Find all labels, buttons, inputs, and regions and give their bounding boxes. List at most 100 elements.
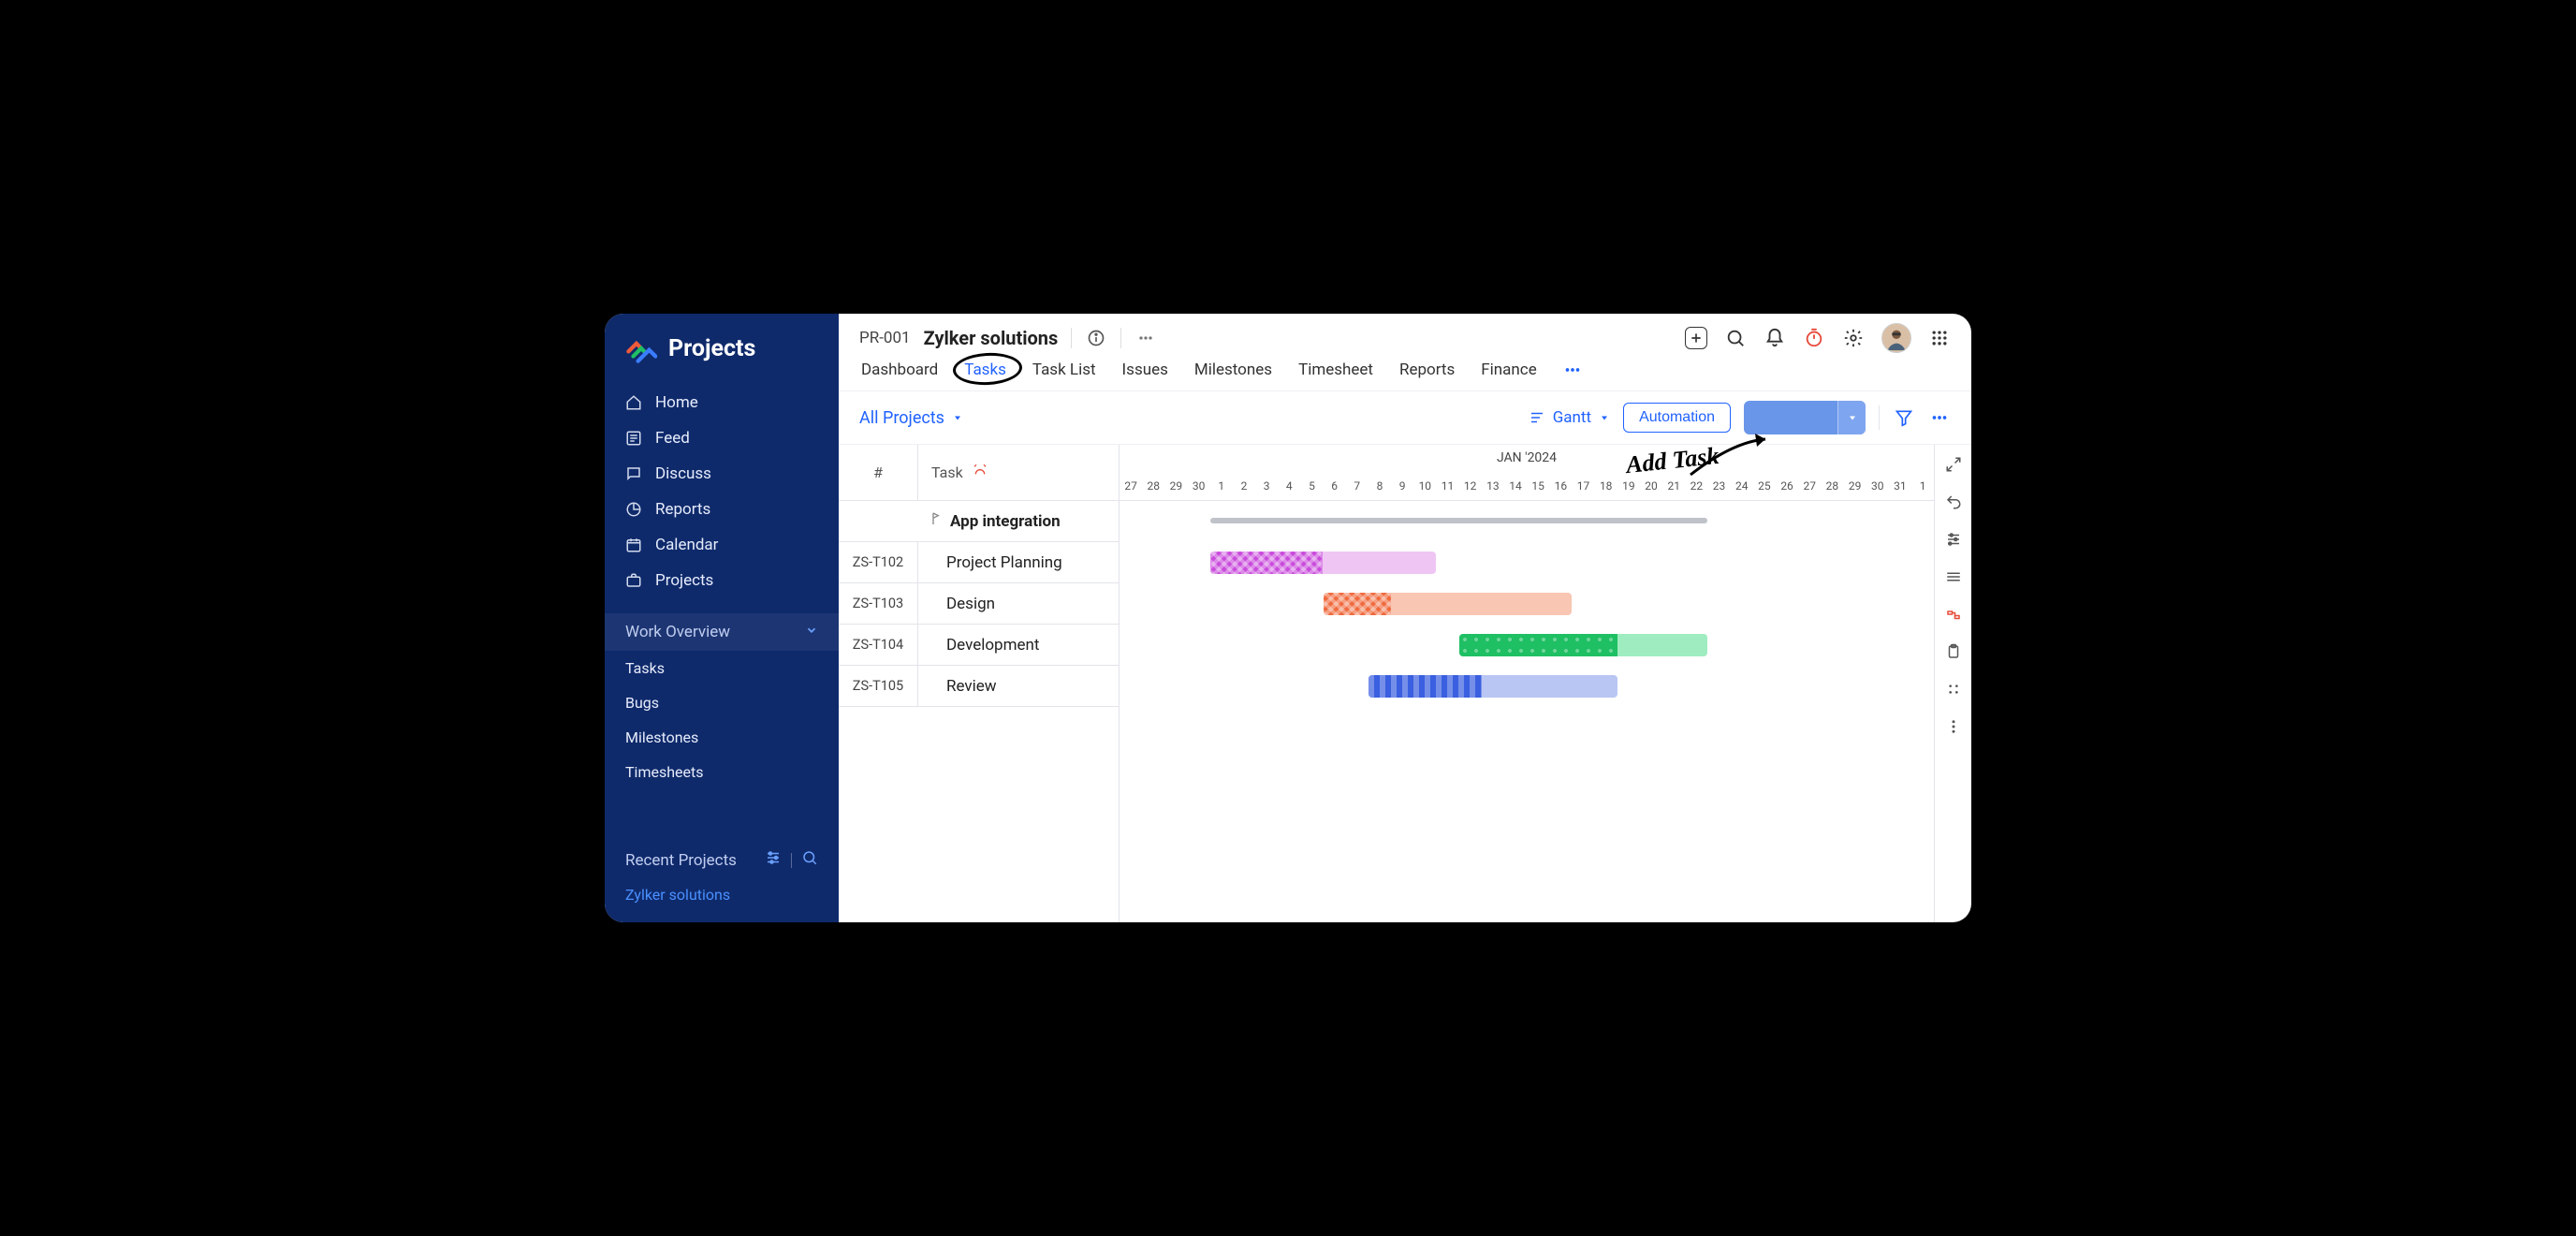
search-icon[interactable] (1724, 327, 1747, 349)
tab-task-list[interactable]: Task List (1031, 359, 1098, 381)
task-row[interactable]: ZS-T105Review (839, 666, 1119, 707)
view-dropdown[interactable]: Gantt (1529, 408, 1610, 427)
task-columns: # Task App integration (839, 445, 1120, 922)
more-vertical-icon[interactable] (1943, 716, 1964, 737)
avatar[interactable] (1881, 323, 1911, 353)
tab-finance[interactable]: Finance (1479, 359, 1538, 381)
sub-bugs[interactable]: Bugs (605, 685, 839, 720)
task-row[interactable]: ZS-T104Development (839, 625, 1119, 666)
nav-feed[interactable]: Feed (605, 420, 839, 456)
briefcase-icon (625, 572, 642, 589)
automation-button[interactable]: Automation (1623, 403, 1731, 433)
day-cell: 17 (1572, 471, 1594, 500)
topbar: PR-001 Zylker solutions (839, 314, 1971, 353)
tab-milestones[interactable]: Milestones (1193, 359, 1274, 381)
day-cell: 4 (1278, 471, 1300, 500)
tab-tasks[interactable]: Tasks (962, 359, 1008, 381)
recent-project-link[interactable]: Zylker solutions (605, 880, 839, 922)
topbar-actions (1685, 323, 1951, 353)
more-tabs-icon[interactable] (1561, 359, 1584, 381)
gantt-row (1120, 542, 1934, 583)
timeline-header: JAN '2024 272829301234567891011121314151… (1120, 445, 1934, 501)
day-cell: 19 (1617, 471, 1640, 500)
sub-timesheets[interactable]: Timesheets (605, 755, 839, 789)
sub-milestones[interactable]: Milestones (605, 720, 839, 755)
id-column-header: # (839, 445, 918, 500)
day-cell: 31 (1889, 471, 1911, 500)
gantt-body (1120, 501, 1934, 707)
task-row[interactable]: ZS-T103Design (839, 583, 1119, 625)
day-cell: 16 (1549, 471, 1572, 500)
apps-grid-icon[interactable] (1928, 327, 1951, 349)
undo-icon[interactable] (1943, 492, 1964, 512)
sliders-icon[interactable] (765, 849, 782, 871)
search-icon[interactable] (801, 849, 818, 871)
day-cell: 3 (1255, 471, 1278, 500)
day-cell: 6 (1324, 471, 1346, 500)
recent-label: Recent Projects (625, 851, 737, 870)
milestone-icon (926, 511, 941, 531)
scope-dropdown[interactable]: All Projects (859, 408, 963, 428)
calendar-icon (625, 537, 642, 553)
nav-calendar[interactable]: Calendar (605, 527, 839, 563)
add-icon[interactable] (1685, 327, 1707, 349)
dropdown-caret-icon[interactable] (1837, 401, 1866, 434)
info-icon[interactable] (1085, 327, 1107, 349)
chart-icon (625, 501, 642, 518)
task-bar[interactable] (1368, 675, 1617, 698)
progress-fill (1210, 552, 1324, 574)
task-id: ZS-T104 (839, 625, 918, 665)
tab-issues[interactable]: Issues (1120, 359, 1170, 381)
day-cell: 27 (1120, 471, 1142, 500)
view-label: Gantt (1553, 408, 1591, 427)
brand-logo-icon (625, 332, 657, 364)
clipboard-icon[interactable] (1943, 641, 1964, 662)
nav-reports[interactable]: Reports (605, 492, 839, 527)
day-cell: 28 (1821, 471, 1843, 500)
section-label: Work Overview (625, 623, 730, 641)
tab-timesheet[interactable]: Timesheet (1296, 359, 1375, 381)
recent-projects-header: Recent Projects (605, 836, 839, 880)
task-row[interactable]: ZS-T102Project Planning (839, 542, 1119, 583)
toolbar: All Projects Gantt Automation (839, 390, 1971, 445)
add-task-button[interactable] (1744, 401, 1866, 434)
divider (791, 853, 792, 868)
nav-discuss[interactable]: Discuss (605, 456, 839, 492)
grid-icon[interactable] (1943, 679, 1964, 699)
day-cell: 15 (1527, 471, 1549, 500)
tab-reports[interactable]: Reports (1398, 359, 1456, 381)
annotation-circle (952, 351, 1023, 387)
task-id: ZS-T102 (839, 542, 918, 582)
month-label: JAN '2024 (1120, 445, 1934, 471)
divider (1120, 328, 1121, 348)
task-group-row[interactable]: App integration (839, 501, 1119, 542)
task-id: ZS-T103 (839, 583, 918, 624)
timer-icon[interactable] (1803, 327, 1825, 349)
section-work-overview[interactable]: Work Overview (605, 613, 839, 651)
tab-dashboard[interactable]: Dashboard (859, 359, 940, 381)
nav-home[interactable]: Home (605, 385, 839, 420)
critical-path-icon[interactable] (1943, 604, 1964, 625)
brand-name: Projects (668, 335, 755, 362)
column-header: # Task (839, 445, 1119, 501)
bars-icon[interactable] (1943, 566, 1964, 587)
nav-label: Discuss (655, 464, 711, 483)
bell-icon[interactable] (1764, 327, 1786, 349)
day-cell: 8 (1368, 471, 1391, 500)
group-bar-row (1120, 501, 1934, 542)
brand: Projects (605, 314, 839, 381)
task-bar[interactable] (1324, 593, 1573, 615)
sub-tasks[interactable]: Tasks (605, 651, 839, 685)
app-window: Projects Home Feed Discuss (605, 314, 1971, 922)
task-bar[interactable] (1210, 552, 1437, 574)
sliders-icon[interactable] (1943, 529, 1964, 550)
task-bar[interactable] (1459, 634, 1708, 656)
gantt-chart[interactable]: JAN '2024 272829301234567891011121314151… (1120, 445, 1934, 922)
gear-icon[interactable] (1842, 327, 1865, 349)
more-horizontal-icon[interactable] (1134, 327, 1157, 349)
nav-projects[interactable]: Projects (605, 563, 839, 598)
expand-icon[interactable] (1943, 454, 1964, 475)
day-cell: 18 (1595, 471, 1617, 500)
more-horizontal-icon[interactable] (1928, 406, 1951, 429)
filter-icon[interactable] (1893, 406, 1915, 429)
